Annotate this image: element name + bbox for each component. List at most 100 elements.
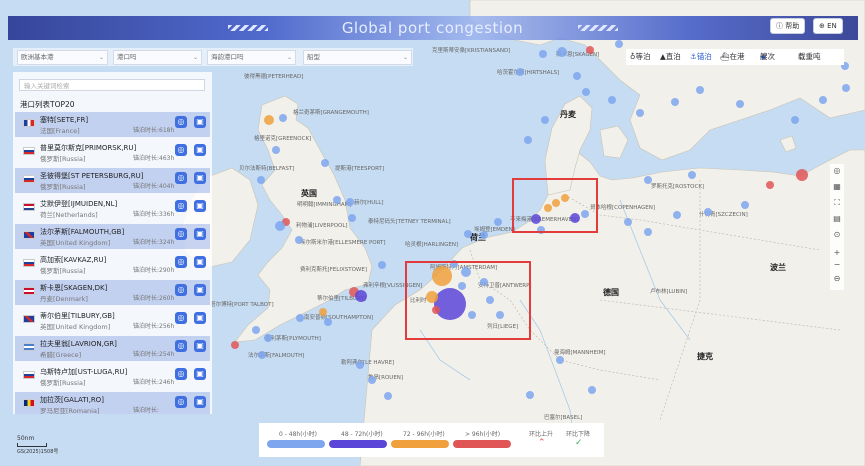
port-marker[interactable] [296, 314, 304, 322]
port-marker[interactable] [842, 84, 850, 92]
locate-port-icon[interactable]: ◎ [175, 396, 187, 408]
port-marker[interactable] [539, 50, 547, 58]
measure-icon[interactable]: ▤ [832, 214, 842, 223]
port-marker[interactable] [541, 116, 549, 124]
port-marker[interactable] [264, 334, 272, 342]
port-marker[interactable] [588, 386, 596, 394]
port-marker[interactable] [671, 98, 679, 106]
grid-icon[interactable]: ▦ [832, 182, 842, 191]
ship-type-select[interactable]: 船型 ⌄ [303, 50, 412, 65]
port-marker[interactable] [586, 46, 594, 54]
port-list-item[interactable]: 普里莫尔斯克[PRIMORSK,RU] 俄罗斯[Russia] 锚泊时长:463h ◎… [15, 140, 210, 165]
port-marker[interactable] [557, 47, 567, 57]
layers-icon[interactable]: ◎ [832, 166, 842, 175]
locate-port-icon[interactable]: ◎ [175, 340, 187, 352]
port-list-item[interactable]: 加拉茨[GALATI,RO] 罗马尼亚[Romania] 锚泊时长: ◎ ▣ [15, 392, 210, 414]
port-marker[interactable] [378, 261, 386, 269]
port-list-item[interactable]: 圣彼得堡[ST PETERSBURG,RU] 俄罗斯[Russia] 锚泊时长:40… [15, 168, 210, 193]
port-marker[interactable] [275, 221, 285, 231]
port-marker[interactable] [704, 208, 712, 216]
port-list-item[interactable]: 斯卡恩[SKAGEN,DK] 丹麦[Denmark] 锚泊时长:260h ◎ ▣ [15, 280, 210, 305]
port-marker[interactable] [258, 351, 266, 359]
port-list-item[interactable]: 高加索[KAVKAZ,RU] 俄罗斯[Russia] 锚泊时长:290h ◎ ▣ [15, 252, 210, 277]
port-marker[interactable] [615, 40, 623, 48]
port-list-item[interactable]: 蒂尔伯里[TILBURY,GB] 英国[United Kingdom] 锚泊时长:2… [15, 308, 210, 333]
port-detail-icon[interactable]: ▣ [194, 256, 206, 268]
port-marker[interactable] [741, 201, 749, 209]
port-detail-icon[interactable]: ▣ [194, 228, 206, 240]
port-marker[interactable] [819, 96, 827, 104]
locate-port-icon[interactable]: ◎ [175, 256, 187, 268]
legend-color-bar[interactable] [329, 440, 387, 448]
legend-color-bar[interactable] [391, 440, 449, 448]
locate-port-icon[interactable]: ◎ [175, 144, 187, 156]
locate-port-icon[interactable]: ◎ [175, 228, 187, 240]
sea-port-select[interactable]: 海韵港口吗 ⌄ [207, 50, 296, 65]
port-select[interactable]: 港口吗 ⌄ [113, 50, 202, 65]
port-detail-icon[interactable]: ▣ [194, 144, 206, 156]
port-marker[interactable] [673, 211, 681, 219]
port-marker[interactable] [264, 115, 274, 125]
port-marker[interactable] [384, 392, 392, 400]
port-detail-icon[interactable]: ▣ [194, 200, 206, 212]
port-marker[interactable] [556, 356, 564, 364]
port-marker[interactable] [321, 159, 329, 167]
port-marker[interactable] [791, 116, 799, 124]
locate-port-icon[interactable]: ◎ [175, 368, 187, 380]
port-detail-icon[interactable]: ▣ [194, 396, 206, 408]
port-detail-icon[interactable]: ▣ [194, 340, 206, 352]
port-marker[interactable] [346, 198, 354, 206]
locate-icon[interactable]: ⊙ [832, 230, 842, 239]
mode-in-port-button[interactable]: ⛴ 在港 [720, 49, 745, 65]
locate-port-icon[interactable]: ◎ [175, 172, 187, 184]
legend-color-bar[interactable] [453, 440, 511, 448]
legend-color-bar[interactable] [267, 440, 325, 448]
port-list-item[interactable]: 拉夫里翁[LAVRION,GR] 希腊[Greece] 锚泊时长:254h ◎ ▣ [15, 336, 210, 361]
locate-port-icon[interactable]: ◎ [175, 200, 187, 212]
locate-port-icon[interactable]: ◎ [175, 284, 187, 296]
port-detail-icon[interactable]: ▣ [194, 116, 206, 128]
port-marker[interactable] [516, 68, 524, 76]
reset-icon[interactable]: ⊖ [832, 274, 842, 283]
region-select[interactable]: 欧洲基本港 ⌄ [17, 50, 108, 65]
port-list-item[interactable]: 艾默伊登[IJMUIDEN,NL] 荷兰[Netherlands] 锚泊时长:336… [15, 196, 210, 221]
language-button[interactable]: ⊕ EN [813, 18, 843, 34]
port-marker[interactable] [356, 361, 364, 369]
locate-port-icon[interactable]: ◎ [175, 116, 187, 128]
port-marker[interactable] [624, 218, 632, 226]
port-marker[interactable] [252, 326, 260, 334]
mode-direct-button[interactable]: ▲ 直泊 [660, 49, 681, 65]
port-marker[interactable] [696, 86, 704, 94]
port-marker[interactable] [272, 146, 280, 154]
port-list-item[interactable]: 法尔茅斯[FALMOUTH,GB] 英国[United Kingdom] 锚泊时长:… [15, 224, 210, 249]
port-detail-icon[interactable]: ▣ [194, 312, 206, 324]
port-marker[interactable] [348, 214, 356, 222]
mode-wait-button[interactable]: ♁ 等泊 [630, 49, 651, 65]
port-marker[interactable] [736, 100, 744, 108]
port-marker[interactable] [355, 290, 367, 302]
port-marker[interactable] [368, 376, 376, 384]
fullscreen-icon[interactable]: ⛶ [832, 198, 842, 208]
help-button[interactable]: ⓘ 帮助 [770, 18, 806, 34]
port-marker[interactable] [688, 171, 696, 179]
port-marker[interactable] [526, 391, 534, 399]
port-detail-icon[interactable]: ▣ [194, 284, 206, 296]
port-marker[interactable] [295, 236, 303, 244]
port-marker[interactable] [324, 318, 332, 326]
port-marker[interactable] [573, 72, 581, 80]
zoom-out-icon[interactable]: − [832, 260, 842, 269]
port-marker[interactable] [524, 136, 532, 144]
port-marker[interactable] [333, 196, 341, 204]
port-list-item[interactable]: 塞特[SETE,FR] 法国[France] 锚泊时长:618h ◎ ▣ [15, 112, 210, 137]
port-detail-icon[interactable]: ▣ [194, 172, 206, 184]
port-marker[interactable] [796, 169, 808, 181]
port-marker[interactable] [644, 228, 652, 236]
zoom-in-icon[interactable]: + [832, 248, 842, 257]
locate-port-icon[interactable]: ◎ [175, 312, 187, 324]
port-marker[interactable] [231, 341, 239, 349]
port-marker[interactable] [494, 218, 502, 226]
search-input[interactable]: 输入关键词检索 [19, 79, 205, 91]
mode-anchor-button[interactable]: ⚓ 锚泊 [690, 49, 712, 65]
port-marker[interactable] [464, 230, 472, 238]
port-marker[interactable] [636, 109, 644, 117]
